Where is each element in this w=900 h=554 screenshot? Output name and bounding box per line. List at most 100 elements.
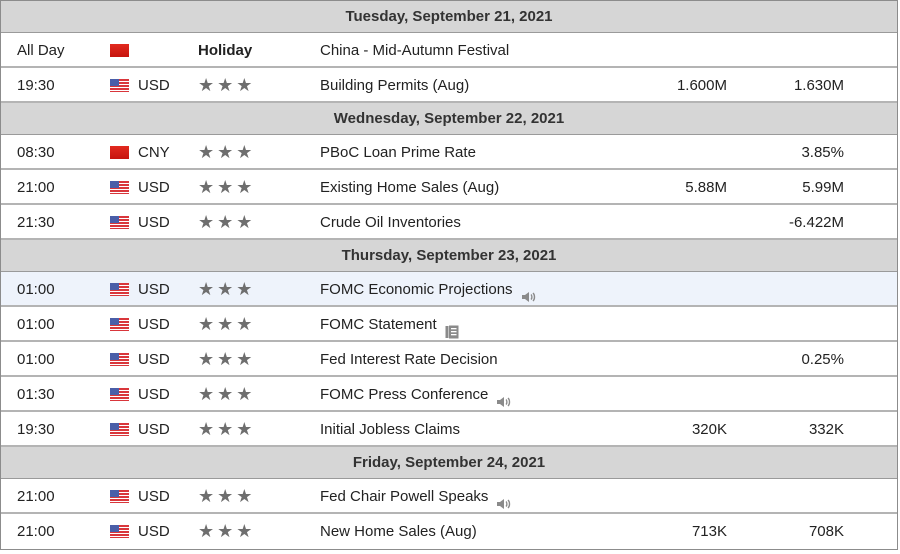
event-actual: 5.88M <box>685 179 727 196</box>
event-currency: USD <box>138 316 170 333</box>
event-currency: USD <box>138 77 170 94</box>
china-flag-icon <box>110 44 129 57</box>
event-time: All Day <box>17 42 65 59</box>
event-actual: 1.600M <box>676 77 727 94</box>
speaker-icon[interactable] <box>496 387 512 408</box>
importance-stars-icon: ★★★ <box>198 314 256 334</box>
importance-stars-icon: ★★★ <box>198 419 256 439</box>
speaker-icon[interactable] <box>496 489 512 510</box>
event-row[interactable]: 19:30 USD ★★★ Initial Jobless Claims 320K 332… <box>1 412 897 447</box>
event-name[interactable]: Existing Home Sales (Aug) <box>320 179 499 196</box>
day-header: Thursday, September 23, 2021 <box>1 240 897 272</box>
event-row[interactable]: 21:00 USD ★★★ New Home Sales (Aug) 713K 708K <box>1 514 897 549</box>
event-currency: USD <box>138 488 170 505</box>
us-flag-icon <box>110 423 129 436</box>
us-flag-icon <box>110 490 129 503</box>
speaker-icon[interactable] <box>521 282 537 303</box>
event-row[interactable]: 08:30 CNY ★★★ PBoC Loan Prime Rate 3.85% <box>1 135 897 170</box>
event-forecast: 5.99M <box>802 179 844 196</box>
event-name[interactable]: Crude Oil Inventories <box>320 214 461 231</box>
event-name[interactable]: FOMC Economic Projections <box>320 281 513 298</box>
event-row[interactable]: 21:30 USD ★★★ Crude Oil Inventories -6.422M <box>1 205 897 240</box>
event-forecast: 0.25% <box>801 351 844 368</box>
event-time: 01:00 <box>17 281 55 298</box>
event-actual: 320K <box>691 421 727 438</box>
event-name-cell[interactable]: China - Mid-Autumn Festival <box>320 33 509 68</box>
event-time: 19:30 <box>17 421 55 438</box>
event-name[interactable]: FOMC Statement <box>320 316 437 333</box>
us-flag-icon <box>110 318 129 331</box>
importance-stars-icon: ★★★ <box>198 75 256 95</box>
event-currency: USD <box>138 179 170 196</box>
event-name-cell[interactable]: FOMC Economic Projections <box>320 272 537 307</box>
event-time: 19:30 <box>17 77 55 94</box>
event-row[interactable]: 01:00 USD ★★★ Fed Interest Rate Decision 0.2… <box>1 342 897 377</box>
importance-stars-icon: ★★★ <box>198 279 256 299</box>
event-currency: USD <box>138 523 170 540</box>
event-name[interactable]: PBoC Loan Prime Rate <box>320 144 476 161</box>
importance-stars-icon: ★★★ <box>198 212 256 232</box>
us-flag-icon <box>110 525 129 538</box>
event-actual: 713K <box>691 523 727 540</box>
event-name-cell[interactable]: New Home Sales (Aug) <box>320 514 477 549</box>
event-name[interactable]: China - Mid-Autumn Festival <box>320 42 509 59</box>
us-flag-icon <box>110 181 129 194</box>
event-time: 21:30 <box>17 214 55 231</box>
event-name-cell[interactable]: Building Permits (Aug) <box>320 68 469 103</box>
event-currency: USD <box>138 421 170 438</box>
event-time: 01:30 <box>17 386 55 403</box>
event-time: 21:00 <box>17 523 55 540</box>
economic-calendar: Tuesday, September 21, 2021 All Day Holida… <box>0 0 898 550</box>
event-name-cell[interactable]: Fed Chair Powell Speaks <box>320 479 512 514</box>
event-time: 01:00 <box>17 351 55 368</box>
event-name-cell[interactable]: Fed Interest Rate Decision <box>320 342 498 377</box>
us-flag-icon <box>110 388 129 401</box>
event-currency: USD <box>138 351 170 368</box>
event-name-cell[interactable]: Initial Jobless Claims <box>320 412 460 447</box>
event-currency: USD <box>138 281 170 298</box>
event-name-cell[interactable]: FOMC Press Conference <box>320 377 512 412</box>
event-name-cell[interactable]: PBoC Loan Prime Rate <box>320 135 476 170</box>
event-time: 21:00 <box>17 179 55 196</box>
event-forecast: 708K <box>808 523 844 540</box>
event-row[interactable]: 01:00 USD ★★★ FOMC Economic Projections <box>1 272 897 307</box>
event-time: 21:00 <box>17 488 55 505</box>
event-forecast: 3.85% <box>801 144 844 161</box>
us-flag-icon <box>110 283 129 296</box>
event-name[interactable]: New Home Sales (Aug) <box>320 523 477 540</box>
event-row[interactable]: 21:00 USD ★★★ Fed Chair Powell Speaks <box>1 479 897 514</box>
event-name[interactable]: Fed Interest Rate Decision <box>320 351 498 368</box>
event-forecast: 332K <box>808 421 844 438</box>
event-name-cell[interactable]: Existing Home Sales (Aug) <box>320 170 499 205</box>
us-flag-icon <box>110 353 129 366</box>
event-row[interactable]: All Day Holiday China - Mid-Autumn Festiva… <box>1 33 897 68</box>
event-row[interactable]: 01:00 USD ★★★ FOMC Statement <box>1 307 897 342</box>
event-name[interactable]: FOMC Press Conference <box>320 386 488 403</box>
china-flag-icon <box>110 146 129 159</box>
day-header: Tuesday, September 21, 2021 <box>1 1 897 33</box>
importance-stars-icon: ★★★ <box>198 384 256 404</box>
importance-stars-icon: ★★★ <box>198 177 256 197</box>
importance-stars-icon: ★★★ <box>198 142 256 162</box>
event-name[interactable]: Initial Jobless Claims <box>320 421 460 438</box>
importance-stars-icon: ★★★ <box>198 486 256 506</box>
event-time: 01:00 <box>17 316 55 333</box>
event-time: 08:30 <box>17 144 55 161</box>
document-icon[interactable] <box>445 317 459 339</box>
importance-stars-icon: ★★★ <box>198 349 256 369</box>
event-name-cell[interactable]: Crude Oil Inventories <box>320 205 461 240</box>
event-row[interactable]: 21:00 USD ★★★ Existing Home Sales (Aug) 5.88… <box>1 170 897 205</box>
event-row[interactable]: 19:30 USD ★★★ Building Permits (Aug) 1.600M 1… <box>1 68 897 103</box>
importance-stars-icon: ★★★ <box>198 521 256 541</box>
event-name[interactable]: Fed Chair Powell Speaks <box>320 488 488 505</box>
event-currency: USD <box>138 214 170 231</box>
event-currency: CNY <box>138 144 170 161</box>
us-flag-icon <box>110 216 129 229</box>
event-name[interactable]: Building Permits (Aug) <box>320 77 469 94</box>
event-forecast: -6.422M <box>788 214 844 231</box>
event-currency: USD <box>138 386 170 403</box>
event-forecast: 1.630M <box>793 77 844 94</box>
day-header: Wednesday, September 22, 2021 <box>1 103 897 135</box>
event-name-cell[interactable]: FOMC Statement <box>320 307 459 342</box>
event-row[interactable]: 01:30 USD ★★★ FOMC Press Conference <box>1 377 897 412</box>
